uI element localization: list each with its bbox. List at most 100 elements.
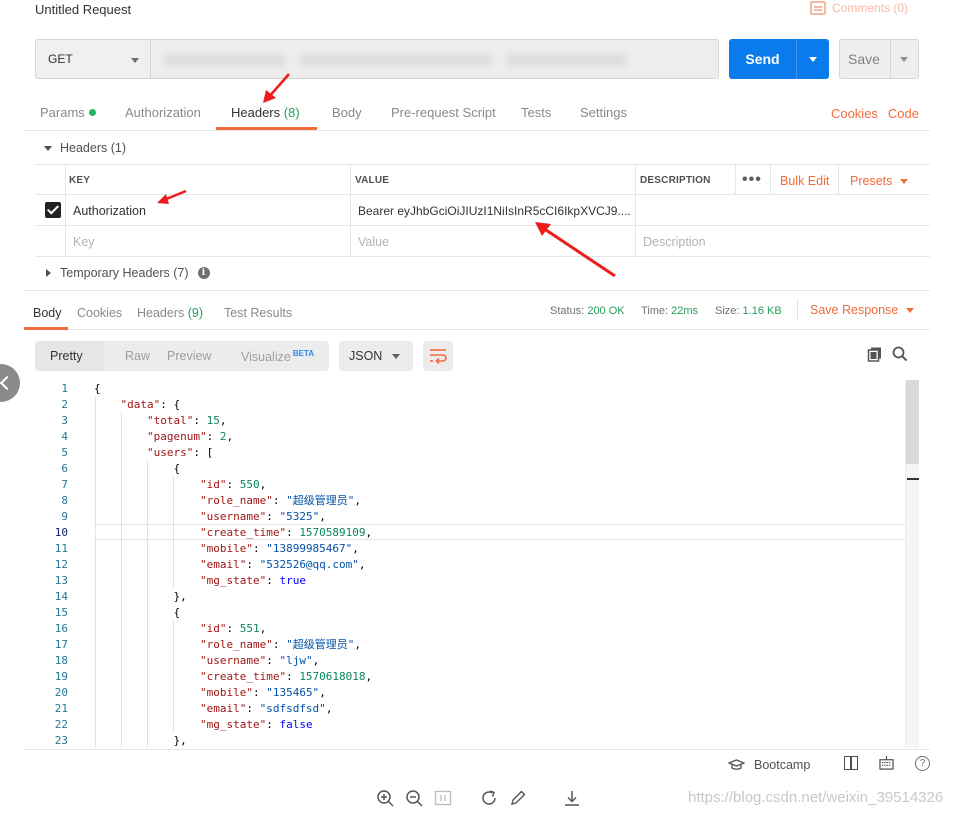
format-visualize-button[interactable]: Visualize BETA xyxy=(241,349,314,364)
bulk-edit-link[interactable]: Bulk Edit xyxy=(780,174,829,188)
save-options-chevron-icon[interactable] xyxy=(900,57,908,62)
save-button[interactable]: Save xyxy=(839,39,919,79)
bootcamp-label: Bootcamp xyxy=(754,758,811,772)
request-title[interactable]: Untitled Request xyxy=(35,2,131,17)
response-tab-body[interactable]: Body xyxy=(33,306,62,320)
header-key-cell[interactable]: Authorization xyxy=(73,204,146,218)
code-line: 9 "username": "5325", xyxy=(24,509,924,525)
code-line: 22 "mg_state": false xyxy=(24,717,924,733)
presets-dropdown[interactable]: Presets xyxy=(850,174,909,188)
line-number: 19 xyxy=(54,670,68,683)
collapse-triangle-icon xyxy=(44,145,52,151)
divider xyxy=(797,300,798,320)
new-key-input[interactable]: Key xyxy=(73,235,95,249)
chevron-down-icon xyxy=(906,307,915,313)
comment-icon xyxy=(809,1,826,15)
method-value: GET xyxy=(48,52,73,66)
keyboard-shortcuts-icon[interactable] xyxy=(879,756,894,770)
code-line: 17 "role_name": "超级管理员", xyxy=(24,637,924,653)
chevron-down-icon xyxy=(131,58,139,63)
response-body-editor[interactable]: 1{2 "data": {3 "total": 15, 4 "pagenum": … xyxy=(24,380,930,748)
two-pane-layout-icon[interactable] xyxy=(844,756,858,770)
format-preview-button[interactable]: Preview xyxy=(167,349,211,363)
cookies-link[interactable]: Cookies xyxy=(831,106,878,121)
comments-button[interactable]: Comments (0) xyxy=(809,1,908,15)
code-link[interactable]: Code xyxy=(888,106,919,121)
send-button[interactable]: Send xyxy=(729,39,829,79)
actual-size-icon[interactable] xyxy=(434,789,452,807)
help-icon[interactable]: ? xyxy=(915,756,930,771)
code-line: 7 "id": 550, xyxy=(24,477,924,493)
tab-headers-count: (8) xyxy=(283,105,300,120)
image-viewer-toolbar xyxy=(376,786,581,810)
col-description-header: DESCRIPTION xyxy=(640,175,711,186)
zoom-out-icon[interactable] xyxy=(405,789,423,807)
line-number: 11 xyxy=(54,542,68,555)
language-select[interactable]: JSON xyxy=(339,341,413,371)
line-number: 7 xyxy=(61,478,68,491)
line-number: 10 xyxy=(54,526,68,539)
headers-section-title: Headers (1) xyxy=(60,141,126,155)
send-options-chevron-icon[interactable] xyxy=(809,57,817,62)
search-icon[interactable] xyxy=(892,346,908,362)
code-line: 4 "pagenum": 2, xyxy=(24,429,924,445)
format-pretty-button[interactable]: Pretty xyxy=(50,349,83,363)
scrollbar-thumb[interactable] xyxy=(906,380,919,464)
response-tab-headers[interactable]: Headers (9) xyxy=(137,306,203,320)
size-value[interactable]: 1.16 KB xyxy=(743,305,782,317)
code-text: "email": "532526@qq.com", xyxy=(199,558,366,571)
copy-icon[interactable] xyxy=(867,346,883,362)
tab-prerequest-script[interactable]: Pre-request Script xyxy=(391,105,496,120)
wrap-lines-button[interactable] xyxy=(423,341,453,371)
blurred-url xyxy=(301,54,491,66)
bootcamp-button[interactable]: Bootcamp xyxy=(728,758,810,772)
line-number: 20 xyxy=(54,686,68,699)
code-text: { xyxy=(94,382,101,395)
method-select[interactable]: GET xyxy=(35,39,151,79)
tab-settings[interactable]: Settings xyxy=(580,105,627,120)
header-value-cell[interactable]: Bearer eyJhbGciOiJIUzI1NiIsInR5cCI6IkpXV… xyxy=(358,204,631,218)
line-number: 18 xyxy=(54,654,68,667)
line-number: 2 xyxy=(61,398,68,411)
info-icon[interactable]: i xyxy=(197,267,210,279)
code-text: "role_name": "超级管理员", xyxy=(199,494,361,507)
code-text: { xyxy=(94,462,181,475)
column-divider xyxy=(635,164,636,257)
temporary-headers-toggle[interactable]: Temporary Headers (7) i xyxy=(46,266,210,280)
tab-headers[interactable]: Headers (8) xyxy=(231,105,300,120)
response-tab-test-results[interactable]: Test Results xyxy=(224,306,292,320)
code-text: }, xyxy=(94,590,187,603)
graduation-cap-icon xyxy=(728,759,745,770)
time-value[interactable]: 22ms xyxy=(671,305,698,317)
status-footer: Bootcamp ? xyxy=(24,749,930,773)
tab-body[interactable]: Body xyxy=(332,105,362,120)
headers-section-toggle[interactable]: Headers (1) xyxy=(44,141,126,155)
download-icon[interactable] xyxy=(563,789,581,807)
save-response-dropdown[interactable]: Save Response xyxy=(810,303,915,317)
new-value-input[interactable]: Value xyxy=(358,235,389,249)
beta-badge: BETA xyxy=(292,349,314,358)
response-tab-cookies[interactable]: Cookies xyxy=(77,306,122,320)
tab-params[interactable]: Params xyxy=(40,105,96,120)
more-options-icon[interactable]: ••• xyxy=(742,171,762,189)
request-links: Cookies Code xyxy=(831,106,919,121)
status-value[interactable]: 200 OK xyxy=(587,305,624,317)
rotate-icon[interactable] xyxy=(480,789,498,807)
zoom-in-icon[interactable] xyxy=(376,789,394,807)
column-divider xyxy=(770,164,771,195)
language-value: JSON xyxy=(349,349,383,363)
annotation-arrow-icon xyxy=(535,222,616,278)
edit-pencil-icon[interactable] xyxy=(509,789,527,807)
new-description-input[interactable]: Description xyxy=(643,235,706,249)
tab-tests[interactable]: Tests xyxy=(521,105,551,120)
editor-scrollbar[interactable] xyxy=(905,380,919,748)
url-input[interactable] xyxy=(151,39,719,79)
format-raw-button[interactable]: Raw xyxy=(125,349,150,363)
header-enabled-checkbox[interactable] xyxy=(45,202,61,218)
line-number: 21 xyxy=(54,702,68,715)
tab-authorization[interactable]: Authorization xyxy=(125,105,201,120)
code-line: 12 "email": "532526@qq.com", xyxy=(24,557,924,573)
code-text: "username": "ljw", xyxy=(199,654,320,667)
code-text: "id": 551, xyxy=(199,622,267,635)
active-tab-indicator xyxy=(216,127,317,130)
